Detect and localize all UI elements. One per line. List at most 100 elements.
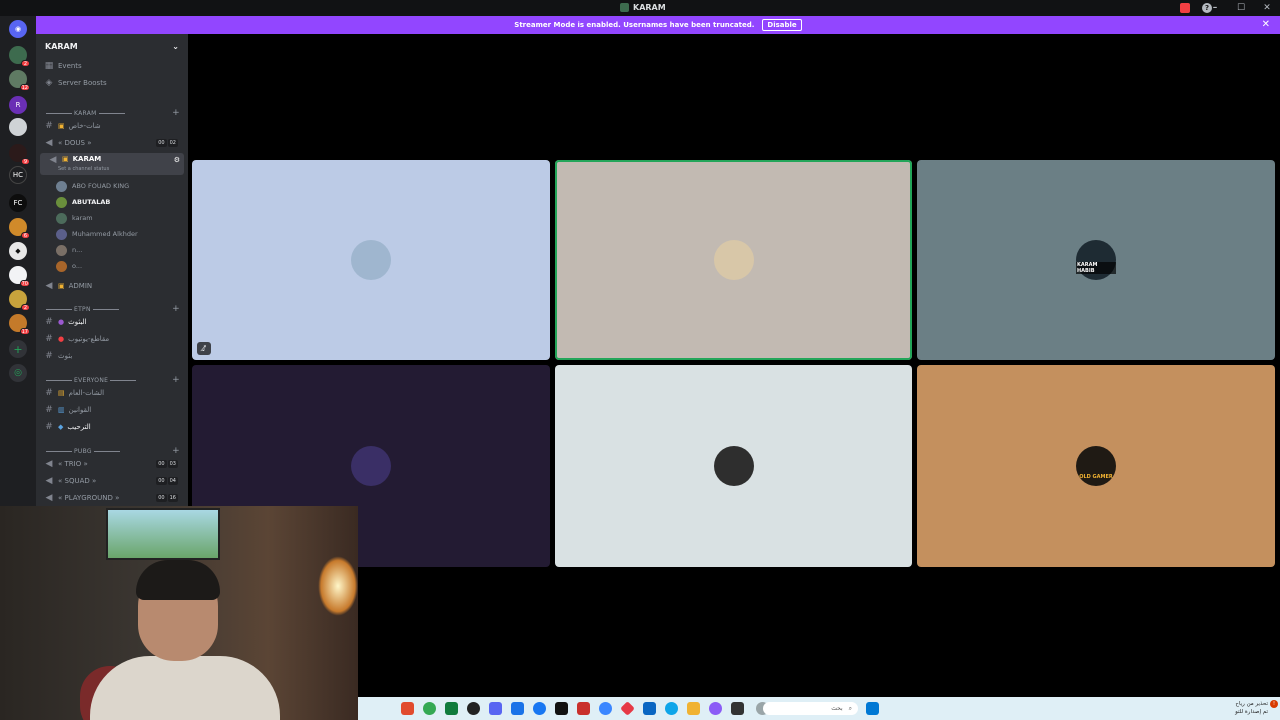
voice-tile-speaking[interactable] <box>555 160 912 360</box>
rules-icon: ▥ <box>58 406 65 414</box>
server-icon[interactable]: R <box>9 96 27 114</box>
voice-member[interactable]: ABO FOUAD KING <box>56 179 184 193</box>
guild-header[interactable]: KARAM ⌄ <box>36 34 188 58</box>
channel-live[interactable]: # ● البثوث <box>36 315 188 329</box>
voice-member[interactable]: ABUTALAB <box>56 195 184 209</box>
voice-member[interactable]: o... <box>56 259 184 273</box>
user-count: 00 02 <box>156 139 178 147</box>
server-icon[interactable]: 2 <box>9 46 30 67</box>
channel-dous[interactable]: ◀ « DOUS » 00 02 <box>36 136 188 150</box>
shield-icon[interactable] <box>511 702 524 715</box>
voice-member[interactable]: karam <box>56 211 184 225</box>
server-icon[interactable]: ◆ <box>9 242 27 260</box>
settings-icon[interactable]: ⚙ <box>174 156 180 164</box>
server-icon[interactable]: 70 <box>9 266 30 287</box>
facebook-icon[interactable] <box>533 702 546 715</box>
server-icon[interactable]: FC <box>9 194 27 212</box>
category-pubg[interactable]: PUBG + <box>44 446 184 456</box>
channel-playground[interactable]: ◀ « PLAYGROUND » 00 16 <box>36 491 188 505</box>
tiktok-icon[interactable] <box>555 702 568 715</box>
maximize-icon[interactable]: ☐ <box>1228 0 1254 16</box>
plus-icon[interactable]: + <box>172 108 180 118</box>
category-karam[interactable]: KARAM + <box>44 108 184 118</box>
speaker-icon: ◀ <box>45 281 53 291</box>
voice-tile[interactable]: KARAM HABIB <box>917 160 1275 360</box>
weather-notification[interactable]: تحذير من رياح تم إصدارة للتو ! <box>1235 700 1278 716</box>
search-icon: ⌕ <box>848 704 852 712</box>
speaker-icon: ◀ <box>45 138 53 148</box>
minimize-icon[interactable]: – <box>1202 0 1228 16</box>
speaker-icon: ◀ <box>45 493 53 503</box>
speaker-icon: ◀ <box>45 459 53 469</box>
server-icon[interactable]: 9 <box>9 144 30 165</box>
edge-icon[interactable] <box>665 702 678 715</box>
avatar <box>56 180 67 192</box>
taskbar-search[interactable]: بحث ⌕ <box>763 702 858 715</box>
server-icon[interactable]: 12 <box>9 70 30 91</box>
avatar <box>713 446 754 486</box>
explore-icon[interactable]: ◎ <box>9 364 27 382</box>
channel-welcome[interactable]: # ◆ الترحيب <box>36 420 188 434</box>
channel-chat-private[interactable]: # ▣ شات-خاص <box>36 119 188 133</box>
mcafee-icon[interactable] <box>577 702 590 715</box>
inbox-icon[interactable] <box>1180 3 1190 13</box>
voice-tile[interactable]: OLD GAMER <box>917 365 1275 567</box>
server-icon[interactable]: 17 <box>9 314 30 335</box>
lock-icon: ▣ <box>58 282 65 290</box>
boost-icon: ◈ <box>45 78 53 88</box>
taskbar: بحث ⌕ تحذير من رياح تم إصدارة للتو ! <box>358 697 1280 720</box>
user-count: 00 03 <box>156 460 178 468</box>
channel-trio[interactable]: ◀ « TRIO » 00 03 <box>36 457 188 471</box>
avatar <box>56 244 67 256</box>
app-icon[interactable] <box>620 701 635 716</box>
avatar <box>56 260 67 272</box>
boosts-item[interactable]: ◈ Server Boosts <box>36 76 188 90</box>
plus-icon[interactable]: + <box>172 304 180 314</box>
voice-tile[interactable] <box>555 365 912 567</box>
server-icon[interactable]: 2 <box>9 290 30 311</box>
channel-admin[interactable]: ◀ ▣ ADMIN <box>36 279 188 293</box>
chrome-icon[interactable] <box>423 702 436 715</box>
user-count: 00 16 <box>156 494 178 502</box>
channel-squad[interactable]: ◀ « SQUAD » 00 04 <box>36 474 188 488</box>
obs-icon[interactable] <box>467 702 480 715</box>
avatar <box>351 240 391 280</box>
discord-icon[interactable] <box>489 702 502 715</box>
channel-general-chat[interactable]: # ▤ الشات-العام <box>36 386 188 400</box>
windows-start-icon[interactable] <box>866 702 879 715</box>
disable-button[interactable]: Disable <box>762 19 802 31</box>
server-icon[interactable]: 6 <box>9 218 30 239</box>
channel-youtube[interactable]: # ● مقاطع-يوتيوب <box>36 332 188 346</box>
add-server-icon[interactable]: + <box>9 340 27 358</box>
avatar <box>351 446 391 486</box>
folder-icon[interactable] <box>687 702 700 715</box>
user-count: 00 04 <box>156 477 178 485</box>
hash-icon: # <box>45 405 53 415</box>
app-icon[interactable] <box>599 702 612 715</box>
plus-icon[interactable]: + <box>172 375 180 385</box>
voice-member[interactable]: n... <box>56 243 184 257</box>
discord-home-icon[interactable]: ◉ <box>9 20 27 38</box>
category-everyone[interactable]: EVERYONE + <box>44 375 184 385</box>
channel-rules[interactable]: # ▥ القوانين <box>36 403 188 417</box>
hash-icon: # <box>45 351 53 361</box>
events-item[interactable]: ▦ Events <box>36 59 188 73</box>
voice-tile[interactable]: ♪̸ <box>192 160 550 360</box>
app-icon[interactable] <box>445 702 458 715</box>
title-bar: KARAM ? – ☐ ✕ <box>0 0 1280 16</box>
webcam-person <box>80 560 280 720</box>
avatar: OLD GAMER <box>1076 446 1116 486</box>
banner-close-icon[interactable]: ✕ <box>1262 19 1270 30</box>
app-icon[interactable] <box>731 702 744 715</box>
category-etpn[interactable]: ETPN + <box>44 304 184 314</box>
server-icon[interactable] <box>9 118 27 136</box>
channel-streams[interactable]: # بثوث <box>36 349 188 363</box>
voice-member[interactable]: Muhammed Alkhder <box>56 227 184 241</box>
copilot-icon[interactable] <box>709 702 722 715</box>
close-icon[interactable]: ✕ <box>1254 0 1280 16</box>
plus-icon[interactable]: + <box>172 446 180 456</box>
server-icon[interactable]: HC <box>9 166 27 184</box>
channel-karam-voice[interactable]: ◀ ▣ KARAM Set a channel status ⚙ <box>40 153 184 175</box>
app-icon[interactable] <box>401 702 414 715</box>
store-icon[interactable] <box>643 702 656 715</box>
